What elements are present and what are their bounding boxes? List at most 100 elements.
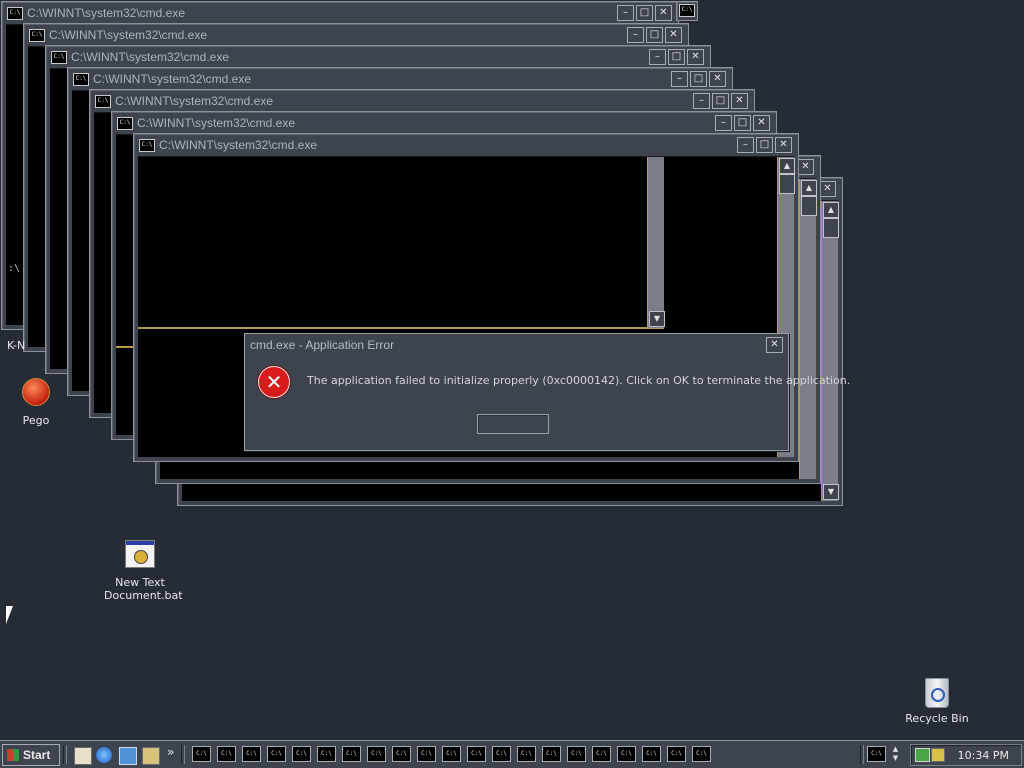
scroll-down-arrow[interactable]: ▼ [649,311,665,327]
taskbar-cmd-button[interactable]: C:\ [617,746,636,762]
window-title: C:\WINNT\system32\cmd.exe [159,138,318,152]
cmd-icon: C:\ [7,6,23,20]
minimize-button[interactable]: – [617,5,634,21]
scroll-thumb[interactable] [823,218,839,238]
close-button[interactable]: ✕ [709,71,726,87]
close-button[interactable]: ✕ [819,181,836,197]
ok-button[interactable]: OK [477,414,549,434]
scroll-thumb[interactable] [779,174,795,194]
minimize-button[interactable]: – [737,137,754,153]
taskbar-cmd-button[interactable]: C:\ [517,746,536,762]
cmd-icon: C:\ [51,50,67,64]
close-button[interactable]: ✕ [665,27,682,43]
close-button[interactable]: ✕ [655,5,672,21]
pego-icon [22,378,50,406]
close-button[interactable]: ✕ [775,137,792,153]
cmd-icon: C:\ [95,94,111,108]
recycle-bin-icon [925,678,949,708]
taskbar: Start » C:\ C:\ C:\ C:\ C:\ C:\ C:\ C:\ C:\ C:\ C:… [0,740,1024,768]
windows-flag-icon [7,749,19,761]
maximize-button[interactable]: □ [668,49,685,65]
close-button[interactable]: ✕ [731,93,748,109]
dialog-close-button[interactable]: ✕ [766,337,783,353]
taskbar-cmd-button[interactable]: C:\ [592,746,611,762]
minimize-button[interactable]: – [627,27,644,43]
taskbar-cmd-button[interactable]: C:\ [467,746,486,762]
scroll-down-arrow[interactable]: ▼ [823,484,839,500]
taskbar-cmd-button[interactable]: C:\ [242,746,261,762]
error-message: The application failed to initialize pro… [307,374,851,387]
taskbar-cmd-button[interactable]: C:\ [367,746,386,762]
taskbar-cmd-button[interactable]: C:\ [317,746,336,762]
network-icon[interactable] [915,748,930,762]
taskbar-cmd-button[interactable]: C:\ [292,746,311,762]
close-button[interactable]: ✕ [797,159,814,175]
show-desktop-icon[interactable] [74,747,92,765]
taskbar-cmd-button[interactable]: C:\ [492,746,511,762]
quicklaunch-chevron[interactable]: » [167,745,174,759]
mouse-cursor [6,606,13,624]
window-title: C:\WINNT\system32\cmd.exe [93,72,252,86]
vertical-scrollbar[interactable]: ▲ ▼ [821,201,839,501]
cmd-icon: C:\ [73,72,89,86]
partial-icon-label: K-N [7,339,26,352]
taskbar-cmd-button[interactable]: C:\ [642,746,661,762]
taskbar-cmd-button[interactable]: C:\ [217,746,236,762]
clock[interactable]: 10:34 PM [958,749,1009,762]
console-text: :\ [8,263,21,274]
scroll-up-arrow[interactable]: ▲ [801,180,817,196]
taskbar-cmd-button[interactable]: C:\ [417,746,436,762]
taskbar-cmd-button[interactable]: C:\ [442,746,461,762]
window-title: C:\WINNT\system32\cmd.exe [115,94,274,108]
tray-cmd-icon[interactable]: C:\ [867,746,886,762]
maximize-button[interactable]: □ [690,71,707,87]
cmd-icon: C:\ [679,4,695,17]
bat-file-shortcut[interactable]: New Text Document.bat [104,540,183,602]
taskbar-cmd-button[interactable]: C:\ [392,746,411,762]
vertical-scrollbar[interactable]: ▼ [647,157,665,328]
taskbar-cmd-button[interactable]: C:\ [542,746,561,762]
taskbar-cmd-button[interactable]: C:\ [192,746,211,762]
close-button[interactable]: ✕ [687,49,704,65]
explorer-icon[interactable] [142,747,160,765]
window-title: C:\WINNT\system32\cmd.exe [71,50,230,64]
scroll-thumb[interactable] [801,196,817,216]
vertical-scrollbar[interactable]: ▲ [799,179,817,479]
taskbar-cmd-button[interactable]: C:\ [692,746,711,762]
cmd-icon: C:\ [117,116,133,130]
cmd-icon: C:\ [29,28,45,42]
dialog-title: cmd.exe - Application Error [250,338,395,352]
cmd-window-stub[interactable]: C:\ [676,1,698,21]
error-dialog[interactable]: cmd.exe - Application Error ✕ ✕ The appl… [244,333,850,451]
scroll-up-arrow[interactable]: ▲ [823,202,839,218]
window-title: C:\WINNT\system32\cmd.exe [27,6,186,20]
taskbar-cmd-button[interactable]: C:\ [567,746,586,762]
minimize-button[interactable]: – [671,71,688,87]
minimize-button[interactable]: – [649,49,666,65]
taskbar-cmd-button[interactable]: C:\ [267,746,286,762]
pego-shortcut[interactable]: Pego [10,378,62,427]
window-title: C:\WINNT\system32\cmd.exe [137,116,296,130]
scroll-up-arrow[interactable]: ▲ [779,158,795,174]
outlook-express-icon[interactable] [119,747,137,765]
maximize-button[interactable]: □ [636,5,653,21]
maximize-button[interactable]: □ [756,137,773,153]
maximize-button[interactable]: □ [712,93,729,109]
internet-explorer-icon[interactable] [96,747,112,763]
taskbar-cmd-button[interactable]: C:\ [667,746,686,762]
batch-file-icon [125,540,155,568]
minimize-button[interactable]: – [693,93,710,109]
taskbar-cmd-button[interactable]: C:\ [342,746,361,762]
start-label: Start [23,748,51,762]
recycle-bin-label: Recycle Bin [905,712,969,725]
error-icon: ✕ [258,366,290,398]
recycle-bin[interactable]: Recycle Bin [904,678,970,725]
tray-spinner-icon[interactable]: ▲ ▼ [890,745,901,764]
maximize-button[interactable]: □ [734,115,751,131]
close-button[interactable]: ✕ [753,115,770,131]
tray-app-icon[interactable] [931,748,945,762]
system-tray: 10:34 PM [910,744,1022,766]
start-button[interactable]: Start [2,744,60,766]
maximize-button[interactable]: □ [646,27,663,43]
minimize-button[interactable]: – [715,115,732,131]
